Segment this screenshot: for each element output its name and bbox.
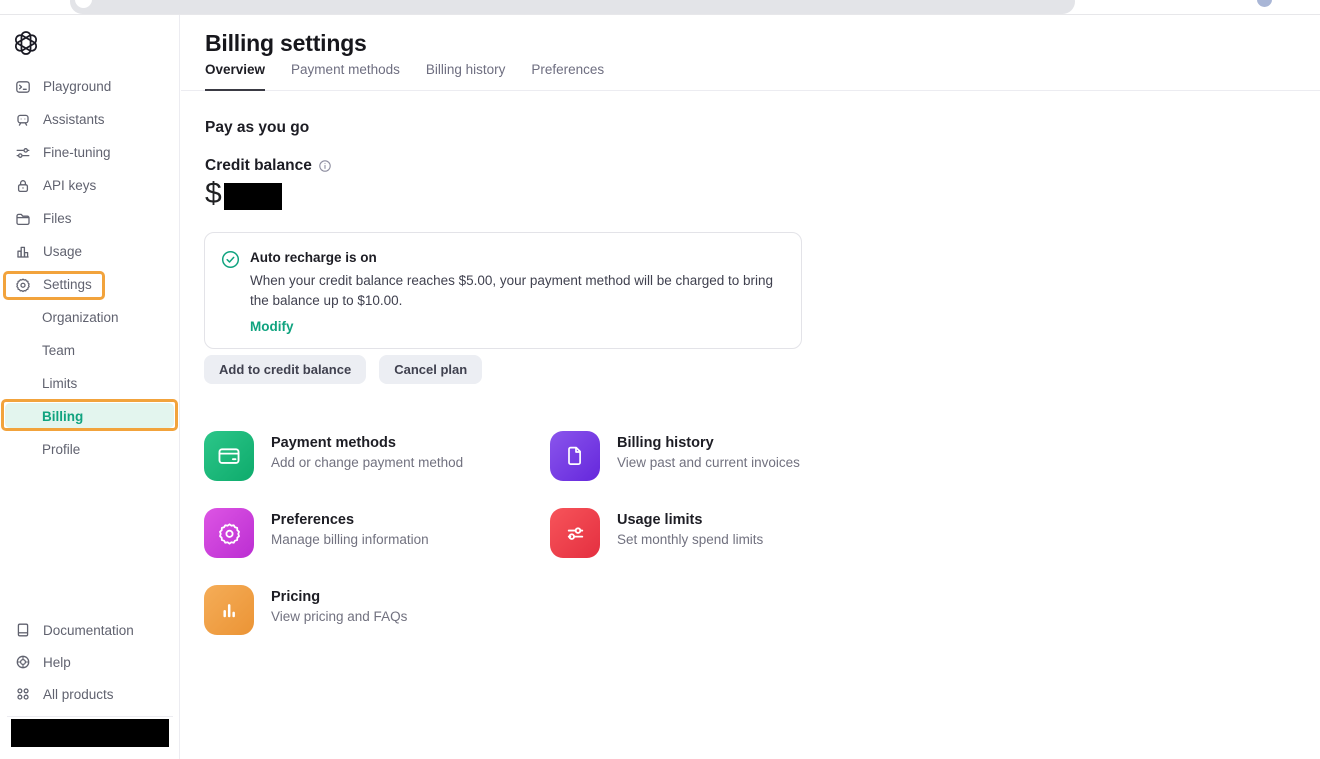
credit-balance-label: Credit balance (205, 157, 312, 175)
credit-balance-value: $ (205, 175, 282, 213)
sidebar-item-limits[interactable]: Limits (0, 367, 180, 400)
sidebar-item-documentation[interactable]: Documentation (0, 614, 180, 646)
sidebar-item-organization[interactable]: Organization (0, 301, 180, 334)
sidebar-item-settings[interactable]: Settings (0, 268, 180, 301)
page-title: Billing settings (205, 30, 367, 57)
tab-payment-methods[interactable]: Payment methods (291, 62, 400, 89)
sidebar-item-profile[interactable]: Profile (0, 433, 180, 466)
sidebar-item-api-keys[interactable]: API keys (0, 169, 180, 202)
card-subtitle: Add or change payment method (271, 455, 463, 470)
card-title: Payment methods (271, 435, 463, 451)
sidebar-item-label: Team (42, 343, 75, 358)
card-preferences[interactable]: Preferences Manage billing information (204, 508, 534, 558)
sidebar-item-label: All products (43, 687, 114, 702)
browser-avatar[interactable] (1257, 0, 1272, 7)
openai-logo-icon[interactable] (13, 30, 39, 56)
tab-overview[interactable]: Overview (205, 62, 265, 91)
bar-chart-icon (15, 244, 31, 260)
terminal-icon (15, 79, 31, 95)
book-icon (15, 622, 31, 638)
sidebar: Playground Assistants Fine-tu (0, 15, 180, 759)
sidebar-item-fine-tuning[interactable]: Fine-tuning (0, 136, 180, 169)
sidebar-item-team[interactable]: Team (0, 334, 180, 367)
plan-heading: Pay as you go (205, 119, 309, 137)
sidebar-item-help[interactable]: Help (0, 646, 180, 678)
bar-chart-icon (204, 585, 254, 635)
sidebar-item-label: Assistants (43, 112, 105, 127)
sidebar-item-label: Fine-tuning (43, 145, 111, 160)
sidebar-item-assistants[interactable]: Assistants (0, 103, 180, 136)
auto-recharge-description: When your credit balance reaches $5.00, … (250, 271, 782, 311)
main-content: Billing settings Overview Payment method… (181, 15, 1320, 759)
redacted-credit-balance (224, 183, 282, 210)
card-title: Usage limits (617, 512, 763, 528)
sliders-icon (550, 508, 600, 558)
tabs-bar: Overview Payment methods Billing history… (181, 62, 1320, 91)
sidebar-item-label: Files (43, 211, 72, 226)
credit-balance-label-row: Credit balance (205, 157, 331, 175)
sidebar-item-label: Organization (42, 310, 119, 325)
sidebar-item-label: API keys (43, 178, 96, 193)
sidebar-item-label: Usage (43, 244, 82, 259)
cancel-plan-button[interactable]: Cancel plan (379, 355, 482, 384)
card-payment-methods[interactable]: Payment methods Add or change payment me… (204, 431, 534, 481)
browser-chrome (0, 0, 1320, 15)
card-usage-limits[interactable]: Usage limits Set monthly spend limits (550, 508, 880, 558)
card-subtitle: View pricing and FAQs (271, 609, 407, 624)
currency-symbol: $ (205, 175, 222, 213)
document-icon (550, 431, 600, 481)
billing-actions: Add to credit balance Cancel plan (204, 355, 482, 384)
credit-card-icon (204, 431, 254, 481)
robot-icon (15, 112, 31, 128)
sliders-icon (15, 145, 31, 161)
address-bar[interactable] (70, 0, 1075, 14)
card-title: Preferences (271, 512, 429, 528)
sidebar-item-usage[interactable]: Usage (0, 235, 180, 268)
sidebar-item-label: Playground (43, 79, 111, 94)
sidebar-item-all-products[interactable]: All products (0, 678, 180, 710)
lock-icon (15, 178, 31, 194)
sidebar-item-billing[interactable]: Billing (0, 400, 180, 433)
card-subtitle: Set monthly spend limits (617, 532, 763, 547)
card-billing-history[interactable]: Billing history View past and current in… (550, 431, 880, 481)
card-title: Billing history (617, 435, 800, 451)
card-title: Pricing (271, 589, 407, 605)
gear-icon (15, 277, 31, 293)
grid-icon (15, 686, 31, 702)
auto-recharge-content: Auto recharge is on When your credit bal… (250, 249, 782, 334)
sidebar-item-label: Billing (42, 409, 83, 424)
sidebar-item-label: Limits (42, 376, 77, 391)
sidebar-item-files[interactable]: Files (0, 202, 180, 235)
card-subtitle: Manage billing information (271, 532, 429, 547)
lifebuoy-icon (15, 654, 31, 670)
sidebar-item-playground[interactable]: Playground (0, 70, 180, 103)
tab-preferences[interactable]: Preferences (531, 62, 604, 89)
sidebar-item-label: Profile (42, 442, 80, 457)
check-circle-icon (221, 250, 240, 334)
auto-recharge-panel: Auto recharge is on When your credit bal… (204, 232, 802, 349)
gear-icon (204, 508, 254, 558)
app-window: Playground Assistants Fine-tu (0, 0, 1320, 759)
card-pricing[interactable]: Pricing View pricing and FAQs (204, 585, 534, 635)
tab-billing-history[interactable]: Billing history (426, 62, 506, 89)
modify-link[interactable]: Modify (250, 319, 782, 334)
sidebar-divider (7, 716, 173, 717)
folder-icon (15, 211, 31, 227)
auto-recharge-title: Auto recharge is on (250, 249, 782, 267)
card-subtitle: View past and current invoices (617, 455, 800, 470)
sidebar-item-label: Documentation (43, 623, 134, 638)
sidebar-item-label: Settings (43, 277, 92, 292)
add-credit-button[interactable]: Add to credit balance (204, 355, 366, 384)
sidebar-item-label: Help (43, 655, 71, 670)
info-icon[interactable] (319, 160, 331, 172)
redacted-account-name (11, 719, 169, 747)
